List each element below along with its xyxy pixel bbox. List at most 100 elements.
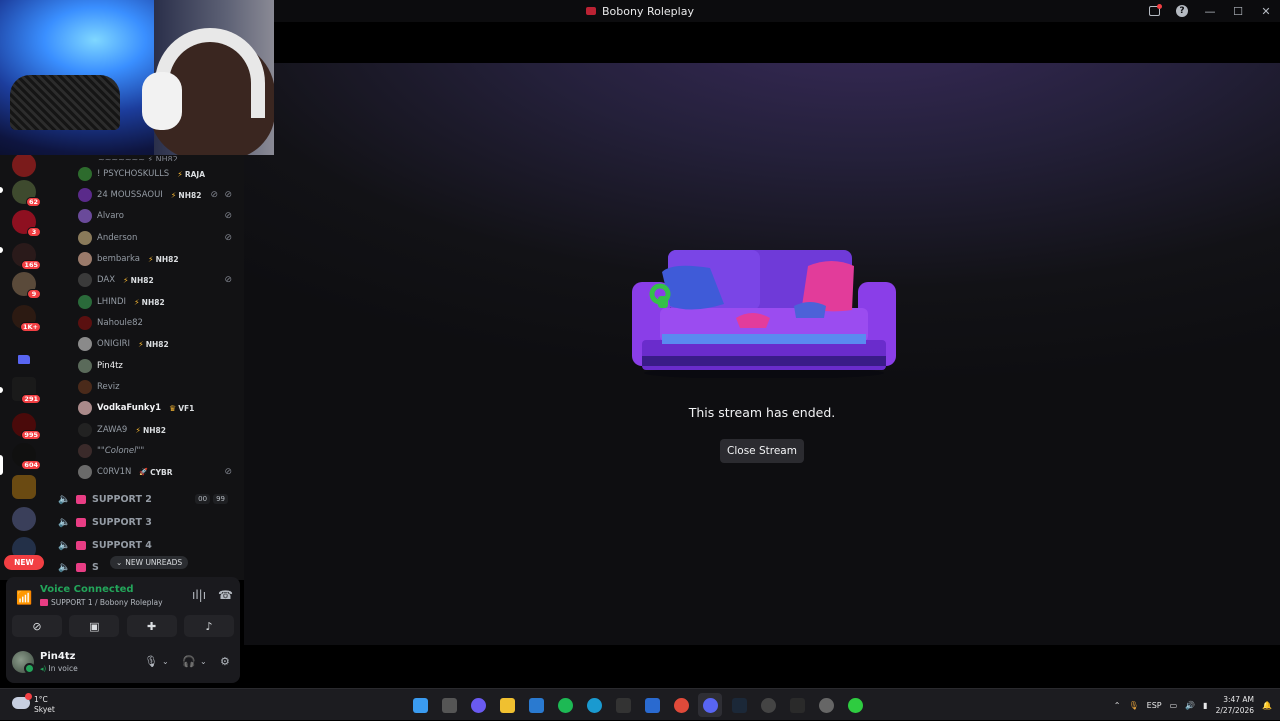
server-icon[interactable]: 604 <box>12 443 41 470</box>
screenshare-button[interactable]: ▣ <box>69 615 120 637</box>
avatar[interactable] <box>12 651 35 674</box>
voice-member[interactable]: 24 MOUSSAOUI NH82 <box>78 186 201 204</box>
noise-icon[interactable]: ıl|ı <box>192 588 206 602</box>
voice-channel-link[interactable]: SUPPORT 1 / Bobony Roleplay <box>40 598 163 607</box>
taskbar-app[interactable] <box>640 693 664 717</box>
voice-member[interactable]: DAX NH82 <box>78 271 154 289</box>
server-icon[interactable]: 62 <box>12 180 41 207</box>
voice-member[interactable]: Reviz <box>78 378 120 396</box>
mic-icon[interactable]: 🎙 <box>144 655 158 668</box>
disconnect-icon[interactable]: ☎ <box>218 588 233 602</box>
network-icon[interactable]: ▭ <box>1170 701 1178 710</box>
couch-illustration <box>632 250 896 378</box>
taskbar-app[interactable] <box>727 693 751 717</box>
member-name: Nahoule82 <box>97 318 143 328</box>
voice-member[interactable]: bembarka NH82 <box>78 250 179 268</box>
new-unreads-button[interactable]: ⌄ NEW UNREADS <box>110 556 189 569</box>
folder-icon <box>499 697 515 713</box>
taskbar-app[interactable] <box>437 693 461 717</box>
window-title-text: Bobony Roleplay <box>602 4 694 18</box>
voice-member[interactable]: ""Colonel"" <box>78 442 144 460</box>
voice-member[interactable]: Nahoule82 <box>78 314 143 332</box>
chevron-up-icon[interactable]: ⌃ <box>1114 701 1121 710</box>
count-limit: 99 <box>213 494 228 504</box>
voice-channel-support-4[interactable]: 🔈 SUPPORT 4 <box>58 535 238 555</box>
voice-member[interactable]: ZAWA9 NH82 <box>78 421 166 439</box>
edge-icon <box>586 697 602 713</box>
taskbar-app[interactable] <box>756 693 780 717</box>
voice-member-self[interactable]: Pin4tz <box>78 357 123 375</box>
webcam-chair <box>10 75 120 130</box>
minimize-button[interactable]: — <box>1196 0 1224 22</box>
app-icon <box>760 697 776 713</box>
weather-widget[interactable]: 1°C Skyet <box>12 693 72 716</box>
taskbar-app[interactable] <box>582 693 606 717</box>
taskbar-app[interactable] <box>495 693 519 717</box>
clock[interactable]: 3:47 AM 2/27/2026 <box>1216 694 1254 716</box>
taskbar-app[interactable] <box>466 693 490 717</box>
camera-button[interactable]: ⊘ <box>12 615 62 637</box>
server-icon[interactable] <box>12 475 36 499</box>
voice-member[interactable]: Anderson <box>78 229 137 247</box>
voice-channel-support-2[interactable]: 🔈 SUPPORT 2 00 99 <box>58 489 238 509</box>
voice-actions: ⊘ ▣ ✚ ♪ <box>12 615 234 637</box>
volume-icon[interactable]: 🔊 <box>1185 701 1195 710</box>
taskbar-app[interactable] <box>814 693 838 717</box>
inbox-icon <box>1148 4 1162 16</box>
chevron-down-icon[interactable]: ⌄ <box>162 657 169 666</box>
voice-member[interactable]: ! PSYCHOSKULLS RAJA <box>78 165 205 183</box>
taskbar-app[interactable] <box>611 693 635 717</box>
start-button[interactable] <box>408 693 432 717</box>
voice-member[interactable]: ONIGIRI NH82 <box>78 335 169 353</box>
settings-icon[interactable]: ⚙ <box>220 655 230 668</box>
voice-member[interactable]: C0RV1N CYBR <box>78 463 173 481</box>
voice-status[interactable]: Voice Connected <box>40 584 134 595</box>
avatar <box>78 231 92 245</box>
voice-member[interactable]: Alvaro <box>78 207 124 225</box>
store-icon <box>528 697 544 713</box>
spotify-icon <box>557 697 573 713</box>
taskbar-app[interactable] <box>785 693 809 717</box>
help-button[interactable]: ? <box>1168 0 1196 22</box>
chevron-down-icon[interactable]: ⌄ <box>200 657 207 666</box>
voice-member[interactable]: VodkaFunky1 VF1 <box>78 399 194 417</box>
server-icon[interactable]: 9 <box>12 272 41 299</box>
avatar <box>78 252 92 266</box>
username[interactable]: Pin4tz <box>40 651 75 662</box>
server-icon[interactable]: 995 <box>12 413 41 440</box>
activities-button[interactable]: ✚ <box>126 615 177 637</box>
maximize-button[interactable]: ☐ <box>1224 0 1252 22</box>
notification-icon[interactable]: 🔔 <box>1262 701 1272 710</box>
server-icon[interactable]: 1K+ <box>12 305 41 332</box>
close-stream-button[interactable]: Close Stream <box>720 439 804 463</box>
language-indicator[interactable]: ESP <box>1147 701 1162 710</box>
server-folder[interactable] <box>12 347 36 371</box>
headphones-icon[interactable]: 🎧 <box>182 655 196 668</box>
voice-member[interactable]: LHINDI NH82 <box>78 293 165 311</box>
taskbar-app-active[interactable] <box>698 693 722 717</box>
taskbar-app[interactable] <box>669 693 693 717</box>
signal-icon[interactable]: 📶 <box>16 591 32 606</box>
battery-icon[interactable]: ▮ <box>1203 701 1207 710</box>
server-icon[interactable]: 165 <box>12 243 41 270</box>
voice-channel-support-3[interactable]: 🔈 SUPPORT 3 <box>58 512 238 532</box>
unread-pill <box>0 247 3 253</box>
server-icon[interactable]: 3 <box>12 210 41 237</box>
member-name: 24 MOUSSAOUI <box>97 190 163 200</box>
avatar <box>78 273 92 287</box>
soundboard-button[interactable]: ♪ <box>183 615 234 637</box>
close-button[interactable]: ✕ <box>1252 0 1280 22</box>
taskbar-app[interactable] <box>843 693 867 717</box>
mic-icon[interactable]: 🎙 <box>1129 701 1139 710</box>
server-icon[interactable]: 291 <box>12 377 41 404</box>
taskbar-app[interactable] <box>553 693 577 717</box>
server-icon[interactable] <box>12 153 36 177</box>
inbox-button[interactable] <box>1140 0 1168 22</box>
taskbar-app[interactable] <box>524 693 548 717</box>
new-servers-badge[interactable]: NEW <box>4 555 44 570</box>
webcam-earcup <box>142 72 182 130</box>
member-tag: VF1 <box>169 404 194 413</box>
server-icon[interactable] <box>12 507 36 531</box>
window-title: Bobony Roleplay <box>586 5 694 18</box>
member-tag: NH82 <box>148 255 179 264</box>
